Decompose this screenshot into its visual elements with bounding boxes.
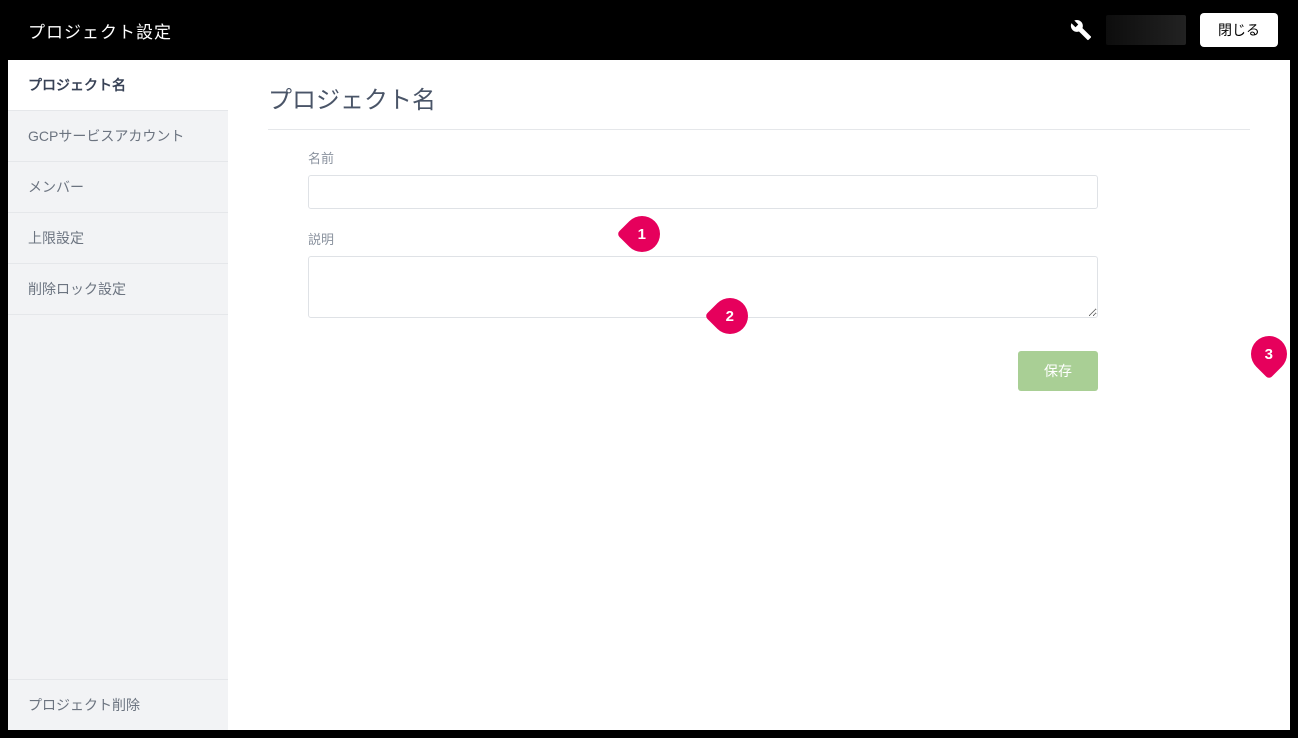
description-input[interactable] — [308, 256, 1098, 318]
sidebar-item-label: プロジェクト名 — [28, 77, 126, 93]
sidebar-item-label: プロジェクト削除 — [28, 697, 140, 713]
description-label: 説明 — [308, 229, 1250, 248]
sidebar-item-gcp-service-account[interactable]: GCPサービスアカウント — [8, 111, 228, 162]
close-button[interactable]: 閉じる — [1200, 13, 1278, 47]
project-selector[interactable] — [1106, 15, 1186, 45]
sidebar-item-label: メンバー — [28, 179, 84, 195]
sidebar-item-limits[interactable]: 上限設定 — [8, 213, 228, 264]
sidebar-item-label: 上限設定 — [28, 230, 84, 246]
header-title: プロジェクト設定 — [28, 18, 172, 43]
callout-number: 3 — [1265, 346, 1273, 363]
page-title: プロジェクト名 — [268, 80, 1250, 130]
sidebar-item-delete-lock[interactable]: 削除ロック設定 — [8, 264, 228, 315]
header: プロジェクト設定 閉じる — [0, 0, 1298, 60]
sidebar-spacer — [8, 315, 228, 679]
name-label: 名前 — [308, 148, 1250, 167]
sidebar-item-members[interactable]: メンバー — [8, 162, 228, 213]
sidebar-item-label: 削除ロック設定 — [28, 281, 126, 297]
sidebar: プロジェクト名 GCPサービスアカウント メンバー 上限設定 削除ロック設定 プ… — [8, 60, 228, 730]
main-area: プロジェクト名 GCPサービスアカウント メンバー 上限設定 削除ロック設定 プ… — [8, 60, 1290, 730]
form-group-description: 説明 — [268, 229, 1250, 323]
callout-3: 3 — [1251, 336, 1287, 378]
form-group-name: 名前 — [268, 148, 1250, 209]
wrench-icon[interactable] — [1070, 19, 1092, 41]
save-row: 保存 — [268, 351, 1098, 391]
sidebar-item-delete-project[interactable]: プロジェクト削除 — [8, 679, 228, 730]
header-right: 閉じる — [1070, 13, 1278, 47]
sidebar-item-project-name[interactable]: プロジェクト名 — [8, 60, 228, 111]
content: プロジェクト名 名前 説明 保存 1 2 3 — [228, 60, 1290, 730]
save-button[interactable]: 保存 — [1018, 351, 1098, 391]
name-input[interactable] — [308, 175, 1098, 209]
sidebar-item-label: GCPサービスアカウント — [28, 128, 184, 144]
